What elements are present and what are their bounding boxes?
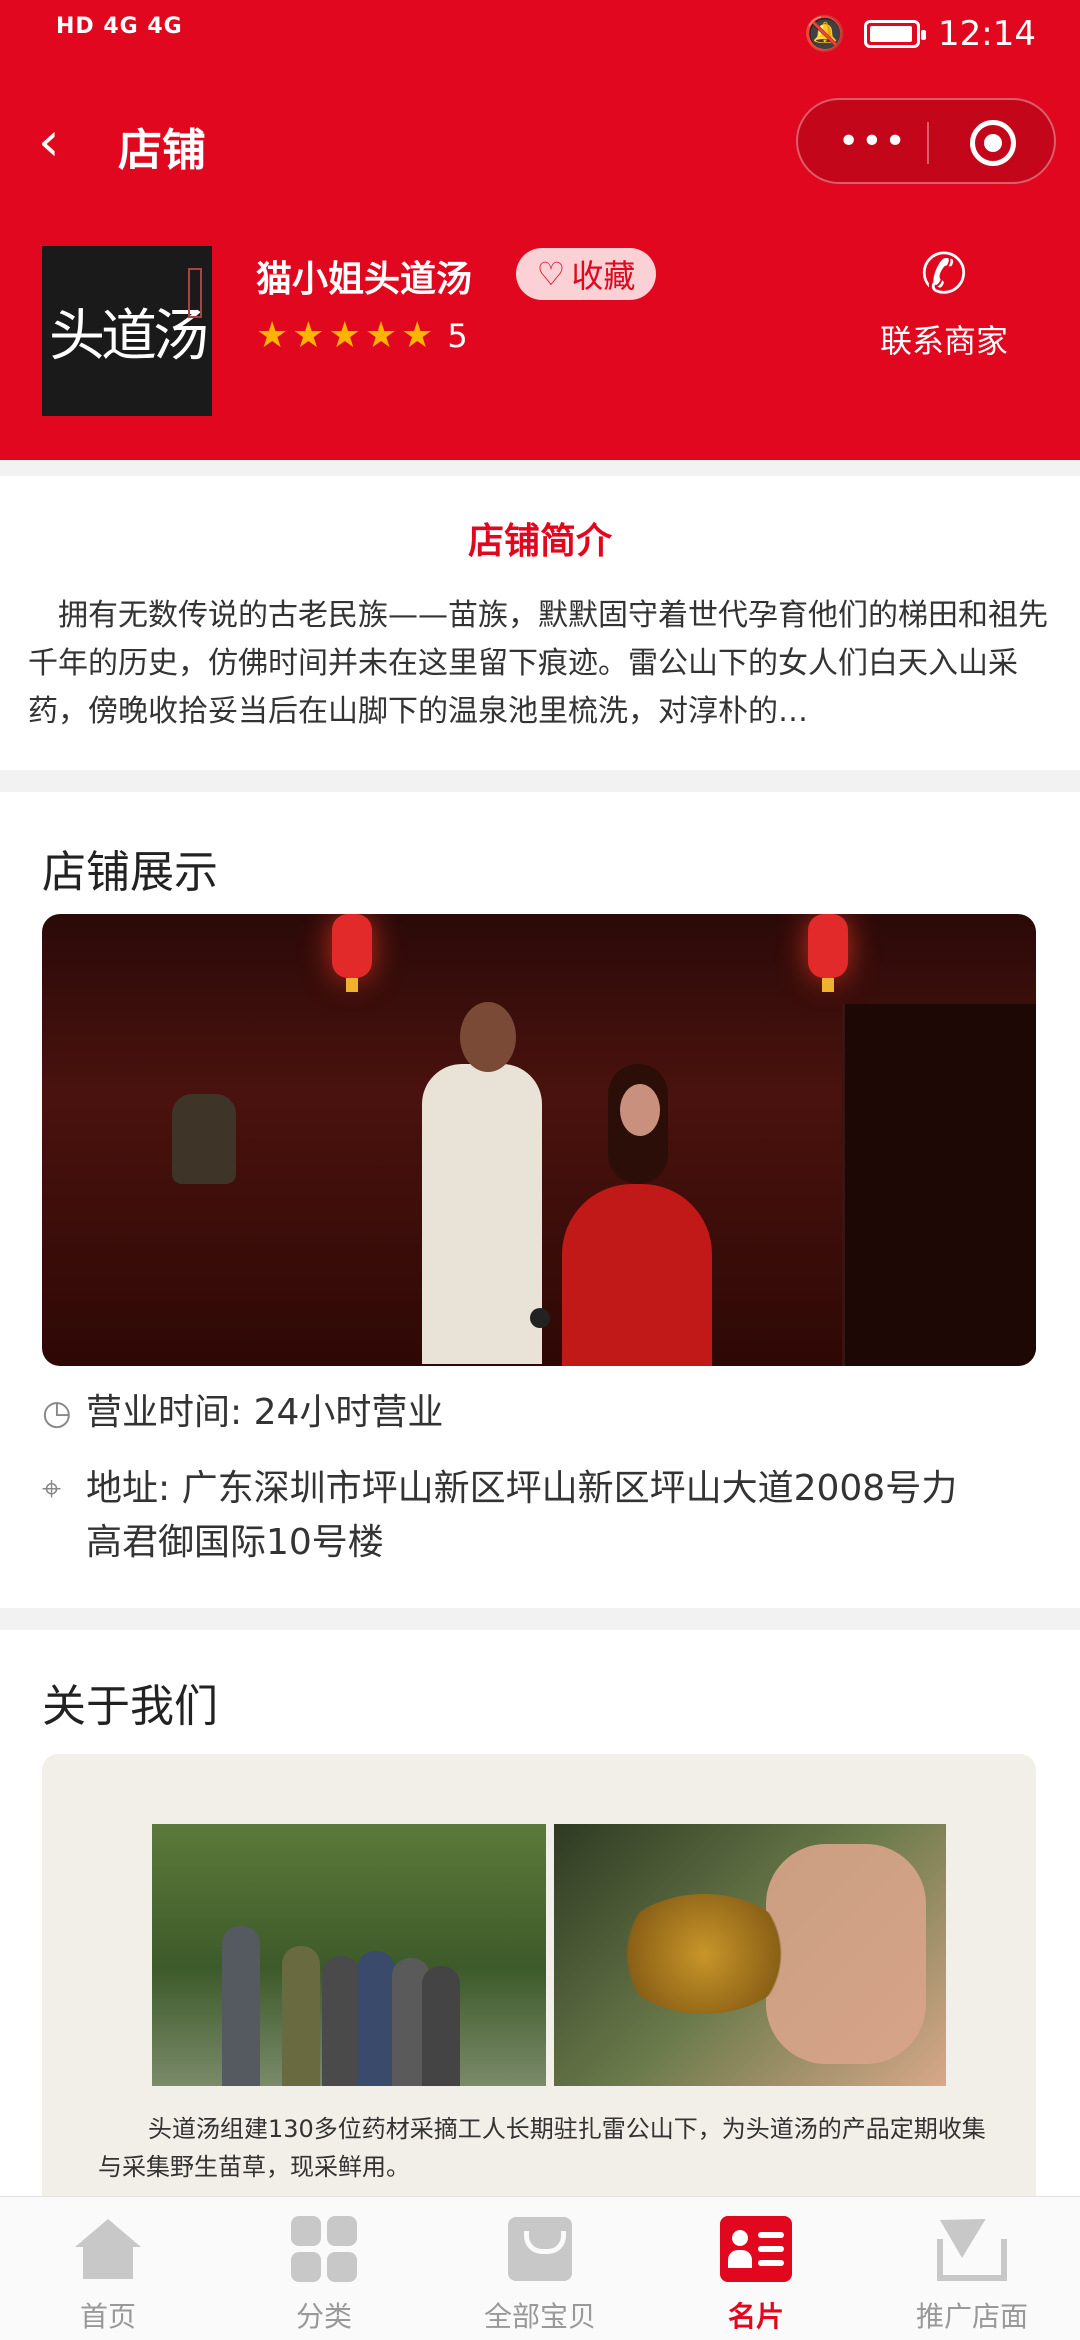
workers-photo	[152, 1824, 546, 2086]
about-title: 关于我们	[42, 1681, 218, 1732]
location-pin-icon: ⌖	[42, 1469, 62, 1509]
battery-icon	[864, 20, 927, 48]
rating-stars: ★ ★ ★ ★ ★ 5	[256, 316, 468, 356]
category-icon	[288, 2213, 360, 2285]
tab-label: 推广店面	[915, 2300, 1028, 2333]
home-icon	[72, 2213, 144, 2285]
clock: 12:14	[938, 14, 1036, 54]
star-icon: ★	[401, 315, 434, 356]
intro-text[interactable]: 拥有无数传说的古老民族——苗族，默默固守着世代孕育他们的梯田和祖先千年的历史，仿…	[28, 592, 1052, 736]
header: HD 4G 4G 🔕 12:14 ‹ 店铺 ••• 头道汤 猫小姐头道汤 ♡ 收…	[0, 0, 1080, 460]
bottom-tab-bar: 首页 分类 全部宝贝 名片 推广店面	[0, 2196, 1080, 2340]
star-icon: ★	[328, 315, 361, 356]
shelf	[842, 1004, 1036, 1366]
target-circle-icon[interactable]	[970, 120, 1016, 166]
mute-icon: 🔕	[803, 14, 847, 54]
favorite-button[interactable]: ♡ 收藏	[516, 248, 656, 300]
woman-figure	[562, 1064, 712, 1366]
star-icon: ★	[256, 315, 289, 356]
status-bar: HD 4G 4G 🔕 12:14	[0, 0, 1080, 76]
pot	[172, 1094, 236, 1184]
contact-label: 联系商家	[879, 322, 1008, 360]
tab-home[interactable]: 首页	[0, 2197, 216, 2340]
carousel-dot	[530, 1308, 550, 1328]
seal-stamp	[188, 268, 202, 318]
about-caption: 头道汤组建130多位药材采摘工人长期驻扎雷公山下，为头道汤的产品定期收集与采集野…	[98, 2115, 986, 2181]
shop-logo: 头道汤	[42, 246, 212, 416]
shop-intro-card: 店铺简介 拥有无数传说的古老民族——苗族，默默固守着世代孕育他们的梯田和祖先千年…	[0, 476, 1080, 770]
shop-name: 猫小姐头道汤	[256, 259, 473, 300]
more-dots-icon[interactable]: •••	[838, 124, 908, 160]
business-card-icon	[720, 2213, 792, 2285]
signal-indicator: HD 4G 4G	[56, 14, 183, 39]
mini-program-capsule: •••	[796, 98, 1056, 184]
man-figure	[422, 1002, 542, 1364]
star-icon: ★	[292, 315, 325, 356]
rating-value: 5	[447, 317, 468, 355]
address-text: 地址: 广东深圳市坪山新区坪山新区坪山大道2008号力高君御国际10号楼	[86, 1468, 958, 1563]
tab-label: 首页	[79, 2300, 136, 2333]
heart-plus-icon: ♡	[536, 255, 566, 293]
herb-root-photo	[554, 1824, 946, 2086]
tab-all-items[interactable]: 全部宝贝	[432, 2197, 648, 2340]
tab-business-card[interactable]: 名片	[648, 2197, 864, 2340]
tab-label: 分类	[295, 2300, 352, 2333]
status-right: 🔕 12:14	[804, 14, 1036, 54]
navigation-bar: ‹ 店铺 •••	[0, 96, 1080, 188]
showcase-title: 店铺展示	[42, 847, 218, 898]
share-icon	[936, 2199, 1008, 2285]
capsule-divider	[927, 122, 929, 164]
shopping-bag-icon	[504, 2213, 576, 2285]
tab-category[interactable]: 分类	[216, 2197, 432, 2340]
tab-label: 名片	[727, 2300, 784, 2333]
business-hours: ◷ 营业时间: 24小时营业	[42, 1386, 443, 1440]
shop-showcase-card: 店铺展示 ◷ 营业时间: 24小时营业 ⌖ 地址: 广东深圳市坪山新区坪山新区坪…	[0, 792, 1080, 1608]
phone-icon: ✆	[920, 242, 968, 307]
lantern	[332, 914, 372, 992]
hours-text: 营业时间: 24小时营业	[86, 1392, 444, 1433]
lantern	[808, 914, 848, 992]
favorite-label: 收藏	[571, 257, 636, 295]
tab-label: 全部宝贝	[483, 2300, 596, 2333]
clock-icon: ◷	[42, 1393, 72, 1433]
intro-title: 店铺简介	[467, 521, 612, 562]
shop-logo-text: 头道汤	[49, 303, 209, 369]
chevron-left-icon[interactable]: ‹	[38, 115, 78, 169]
page-title: 店铺	[118, 125, 206, 176]
star-icon: ★	[364, 315, 398, 356]
showcase-banner-image[interactable]	[42, 914, 1036, 1366]
tab-promote-store[interactable]: 推广店面	[864, 2197, 1080, 2340]
contact-merchant-button[interactable]: ✆ 联系商家	[878, 240, 1010, 362]
address[interactable]: ⌖ 地址: 广东深圳市坪山新区坪山新区坪山大道2008号力高君御国际10号楼	[42, 1462, 982, 1570]
